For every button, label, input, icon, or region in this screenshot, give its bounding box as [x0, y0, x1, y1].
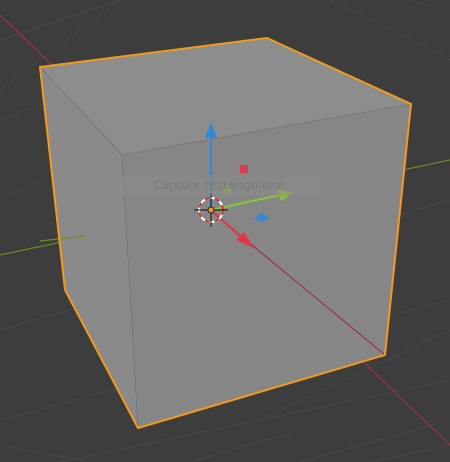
rectangular-capture-tooltip: Capture rectangulaire	[122, 175, 319, 196]
cube-object[interactable]	[38, 36, 413, 430]
gizmo-x-plane-handle-icon[interactable]	[240, 165, 248, 173]
3d-viewport[interactable]: Capture rectangulaire	[0, 0, 450, 462]
